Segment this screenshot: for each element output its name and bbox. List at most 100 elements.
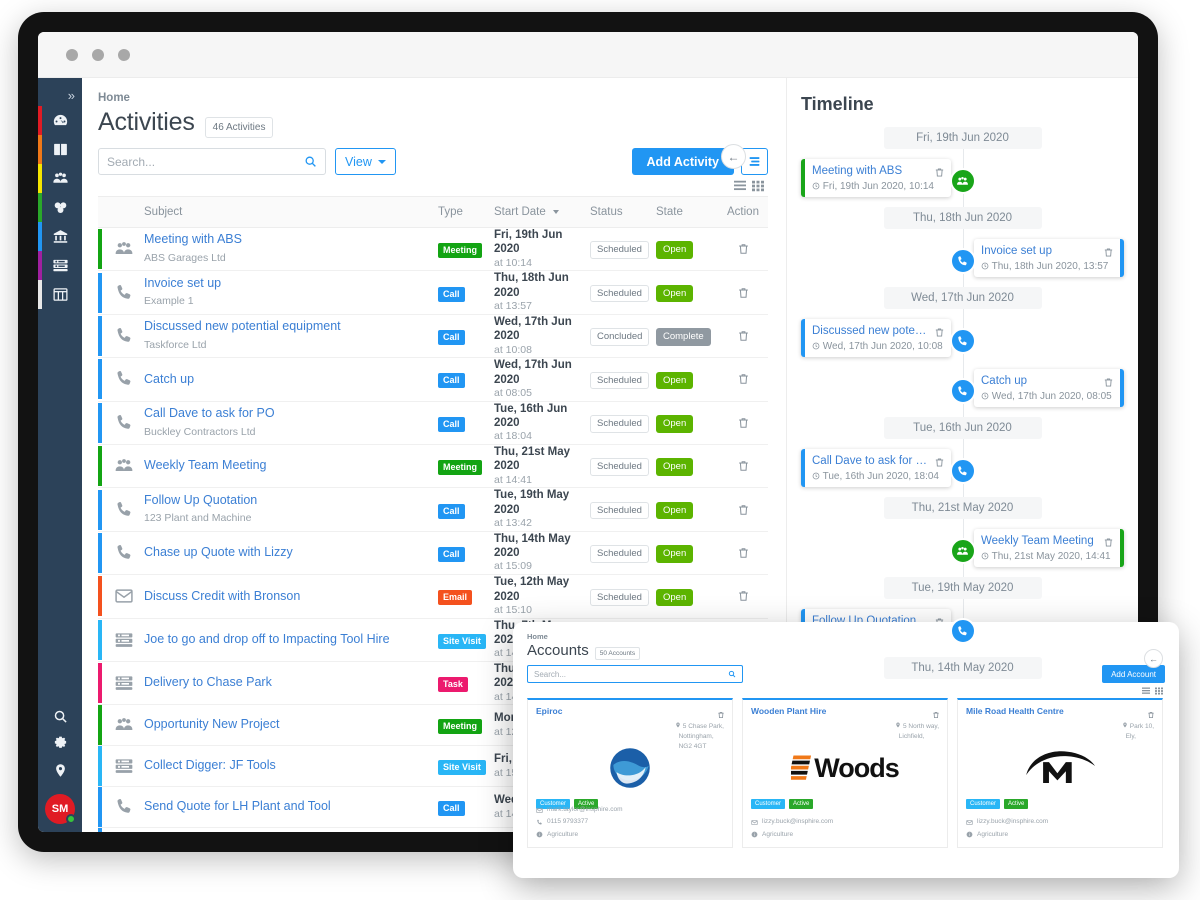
breadcrumb[interactable]: Home <box>98 92 768 104</box>
account-card[interactable]: Wooden Plant Hire 5 North way, Lichfield… <box>742 698 948 848</box>
delete-icon[interactable] <box>1147 706 1155 718</box>
table-row[interactable]: Discussed new potential equipment Taskfor… <box>98 314 768 359</box>
map-pin-icon[interactable] <box>53 763 68 778</box>
row-subject-cell[interactable]: Joe to go and drop off to Impacting Tool… <box>144 618 438 662</box>
row-action-cell[interactable] <box>718 357 768 402</box>
table-row[interactable]: Weekly Team Meeting Meeting Thu, 21st May … <box>98 444 768 489</box>
timeline-card-title[interactable]: Call Dave to ask for PO <box>812 454 944 468</box>
row-subject-link[interactable]: Joe to go and drop off to Impacting Tool… <box>144 632 438 648</box>
row-action-cell[interactable] <box>718 270 768 315</box>
row-subject-cell[interactable]: Collect Digger: JF Tools <box>144 745 438 788</box>
grid-view-icon[interactable] <box>752 180 764 192</box>
row-action-cell[interactable] <box>718 444 768 489</box>
account-card[interactable]: Epiroc 5 Chase Park, Nottingham, NG2 4GT… <box>527 698 733 848</box>
row-subject-cell[interactable]: Chase up Quote with Lizzy <box>144 531 438 576</box>
list-view-icon[interactable] <box>1142 687 1150 695</box>
row-subject-link[interactable]: Opportunity New Project <box>144 717 438 733</box>
table-row[interactable]: Call Dave to ask for PO Buckley Contracto… <box>98 401 768 445</box>
account-email[interactable]: lizzy.buck@insphire.com <box>751 816 833 828</box>
avatar[interactable]: SM <box>45 794 76 824</box>
timeline-card[interactable]: Weekly Team Meeting Thu, 21st May 2020, … <box>974 529 1124 568</box>
row-action-cell[interactable] <box>718 574 768 619</box>
row-action-cell[interactable] <box>718 227 768 272</box>
timeline-card-title[interactable]: Meeting with ABS <box>812 164 944 178</box>
search-box[interactable] <box>98 148 326 175</box>
window-dot-minimize[interactable] <box>92 48 104 61</box>
row-subject-cell[interactable]: Follow Up Quotation 123 Plant and Machine <box>144 487 438 532</box>
row-action-cell[interactable] <box>718 314 768 359</box>
timeline-card[interactable]: Catch up Wed, 17th Jun 2020, 08:05 <box>974 369 1124 408</box>
row-subject-link[interactable]: Call Dave to ask for PO <box>144 406 438 422</box>
row-subject-cell[interactable]: Discussed new potential equipment Taskfor… <box>144 314 438 359</box>
account-name[interactable]: Wooden Plant Hire <box>751 706 939 716</box>
delete-icon[interactable] <box>718 329 768 343</box>
row-subject-cell[interactable]: Opportunity New Project <box>144 704 438 747</box>
column-status[interactable]: Status <box>590 196 656 228</box>
sidebar-expand-button[interactable]: » <box>38 86 82 106</box>
sidebar-item-activities[interactable] <box>38 251 82 280</box>
sidebar-item-accounts-bank[interactable] <box>38 222 82 251</box>
view-dropdown-button[interactable]: View <box>335 148 396 175</box>
row-subject-cell[interactable]: Follow up123 Plant and Machine <box>144 827 438 832</box>
delete-icon[interactable] <box>934 165 945 177</box>
column-subject[interactable]: Subject <box>144 196 438 228</box>
delete-icon[interactable] <box>718 503 768 517</box>
delete-icon[interactable] <box>932 706 940 718</box>
timeline-card[interactable]: Discussed new potential e... Wed, 17th J… <box>801 319 951 358</box>
sidebar-item-contacts-book[interactable] <box>38 135 82 164</box>
row-subject-link[interactable]: Follow up <box>144 831 438 832</box>
column-start-date[interactable]: Start Date <box>494 196 590 228</box>
delete-icon[interactable] <box>718 546 768 560</box>
row-subject-link[interactable]: Follow Up Quotation <box>144 493 438 509</box>
gear-icon[interactable] <box>53 736 68 751</box>
delete-icon[interactable] <box>718 372 768 386</box>
account-card[interactable]: Mile Road Health Centre Park 10, Ely, Cus… <box>957 698 1163 848</box>
search-icon[interactable] <box>53 709 68 724</box>
delete-icon[interactable] <box>718 416 768 430</box>
timeline-card[interactable]: Meeting with ABS Fri, 19th Jun 2020, 10:… <box>801 159 951 198</box>
delete-icon[interactable] <box>1103 245 1114 257</box>
timeline-card[interactable]: Invoice set up Thu, 18th Jun 2020, 13:57 <box>974 239 1124 278</box>
accounts-search-box[interactable] <box>527 665 743 683</box>
delete-icon[interactable] <box>718 286 768 300</box>
window-dot-close[interactable] <box>66 48 78 61</box>
row-subject-cell[interactable]: Delivery to Chase Park <box>144 661 438 706</box>
row-subject-cell[interactable]: Invoice set up Example 1 <box>144 270 438 315</box>
delete-icon[interactable] <box>934 325 945 337</box>
grid-view-icon[interactable] <box>1155 687 1163 695</box>
row-subject-cell[interactable]: Call Dave to ask for PO Buckley Contracto… <box>144 401 438 445</box>
delete-icon[interactable] <box>718 589 768 603</box>
row-subject-link[interactable]: Catch up <box>144 372 438 388</box>
timeline-card[interactable]: Call Dave to ask for PO Tue, 16th Jun 20… <box>801 449 951 488</box>
row-subject-link[interactable]: Discussed new potential equipment <box>144 319 438 335</box>
row-subject-link[interactable]: Meeting with ABS <box>144 232 438 248</box>
row-subject-link[interactable]: Weekly Team Meeting <box>144 458 438 474</box>
add-activity-button[interactable]: Add Activity <box>631 148 734 175</box>
sidebar-item-dashboard[interactable] <box>38 106 82 135</box>
row-subject-link[interactable]: Delivery to Chase Park <box>144 675 438 691</box>
timeline-card-title[interactable]: Weekly Team Meeting <box>981 534 1113 548</box>
row-subject-cell[interactable]: Meeting with ABS ABS Garages Ltd <box>144 227 438 272</box>
table-row[interactable]: Meeting with ABS ABS Garages Ltd Meeting Fr… <box>98 227 768 272</box>
row-subject-link[interactable]: Collect Digger: JF Tools <box>144 758 438 774</box>
timeline-card-title[interactable]: Discussed new potential e... <box>812 324 944 338</box>
delete-icon[interactable] <box>1103 535 1114 547</box>
row-action-cell[interactable] <box>718 531 768 576</box>
timeline-card-title[interactable]: Catch up <box>981 374 1113 388</box>
column-type[interactable]: Type <box>438 196 494 228</box>
delete-icon[interactable] <box>1103 375 1114 387</box>
collapse-panel-button[interactable]: ← <box>721 144 746 169</box>
account-name[interactable]: Mile Road Health Centre <box>966 706 1154 716</box>
search-input[interactable] <box>107 154 304 169</box>
row-subject-link[interactable]: Send Quote for LH Plant and Tool <box>144 799 438 815</box>
account-name[interactable]: Epiroc <box>536 706 724 716</box>
delete-icon[interactable] <box>717 706 725 718</box>
sidebar-item-opportunities[interactable] <box>38 193 82 222</box>
sidebar-item-people[interactable] <box>38 164 82 193</box>
search-icon[interactable] <box>728 670 736 678</box>
row-action-cell[interactable] <box>718 401 768 445</box>
delete-icon[interactable] <box>718 459 768 473</box>
row-subject-cell[interactable]: Discuss Credit with Bronson <box>144 574 438 619</box>
row-subject-link[interactable]: Discuss Credit with Bronson <box>144 589 438 605</box>
row-subject-link[interactable]: Chase up Quote with Lizzy <box>144 545 438 561</box>
